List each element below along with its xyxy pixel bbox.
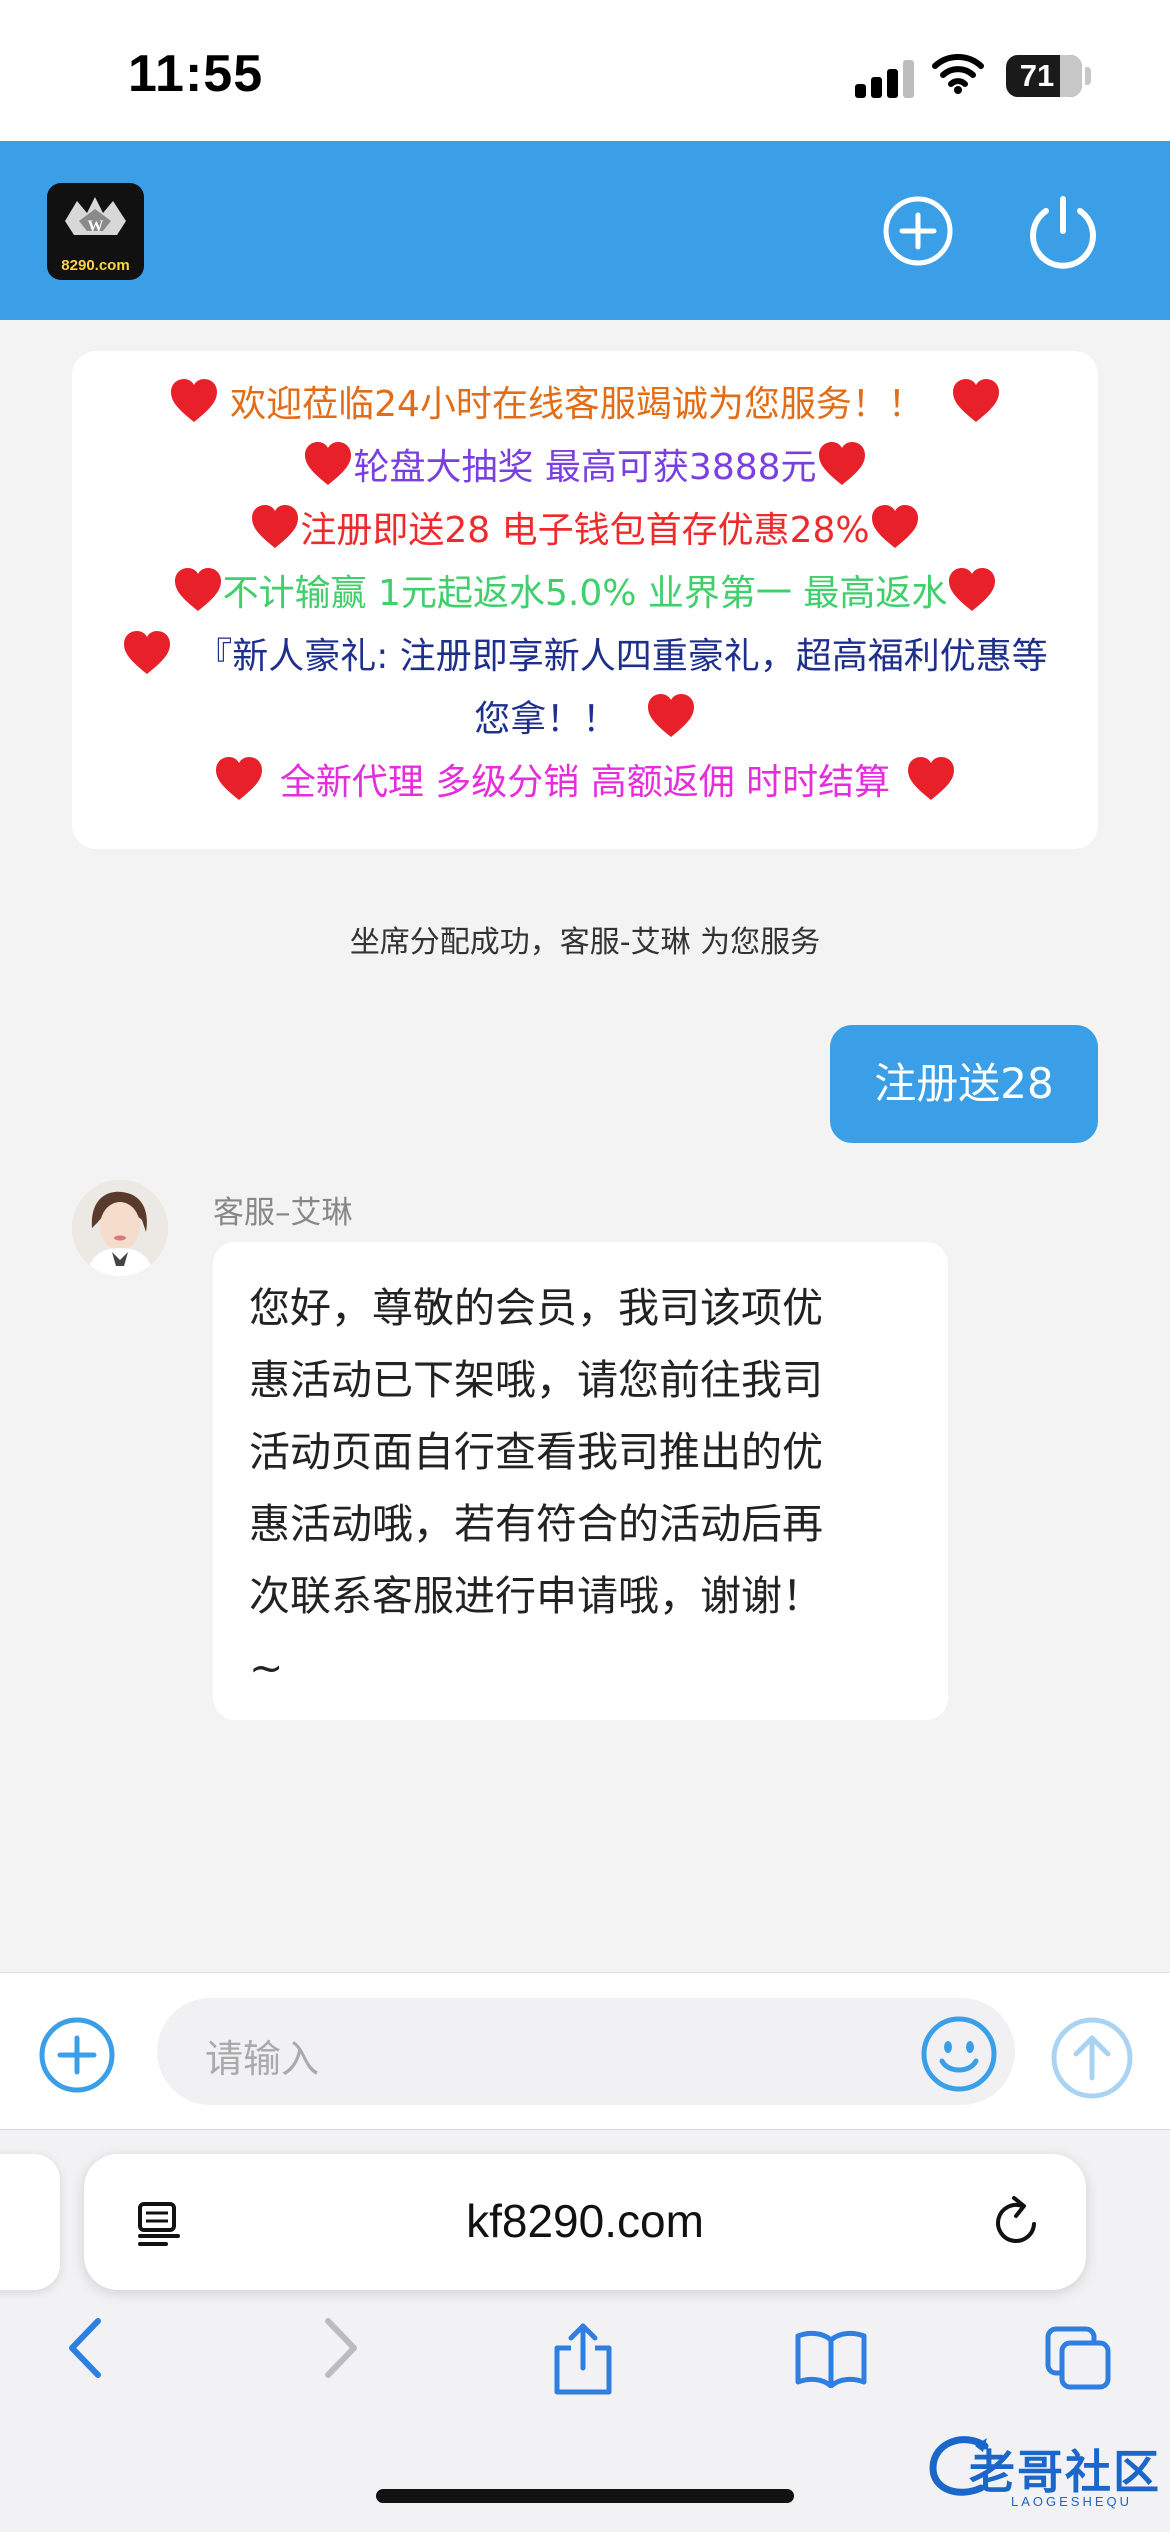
notice-text-register: 注册即送28 电子钱包首存优惠28% (300, 510, 870, 551)
forward-icon[interactable] (318, 2315, 362, 2381)
attach-plus-icon[interactable] (38, 2016, 116, 2094)
watermark-text: 老哥社区 (969, 2445, 1161, 2499)
outgoing-message-bubble[interactable]: 注册送28 (830, 1025, 1098, 1143)
address-bar[interactable]: kf8290.com (84, 2154, 1086, 2290)
heart-icon (170, 379, 217, 422)
share-icon[interactable] (551, 2322, 615, 2396)
agent-name: 客服–艾琳 (213, 1195, 353, 1231)
notice-line: 您拿！！ (72, 693, 1098, 745)
heart-icon (215, 757, 262, 800)
heart-icon (305, 442, 352, 485)
message-line: 活动页面自行查看我司推出的优 (249, 1428, 823, 1476)
agent-portrait-icon (72, 1180, 168, 1276)
watermark-subtext: LAOGESHEQU (1011, 2494, 1133, 2509)
heart-icon (908, 757, 955, 800)
message-line: 惠活动已下架哦，请您前往我司 (249, 1356, 823, 1404)
incoming-message-bubble[interactable]: 您好，尊敬的会员，我司该项优 惠活动已下架哦，请您前往我司 活动页面自行查看我司… (213, 1242, 948, 1720)
heart-icon (252, 505, 299, 548)
site-watermark: 老哥社区 LAOGESHEQU (925, 2428, 1165, 2518)
home-indicator[interactable] (376, 2489, 794, 2503)
cellular-signal-icon (855, 58, 915, 98)
power-icon[interactable] (1024, 193, 1102, 271)
system-message: 坐席分配成功，客服-艾琳 为您服务 (349, 925, 821, 960)
notice-line: 注册即送28 电子钱包首存优惠28% (72, 504, 1098, 556)
logo-text: 8290.com (61, 257, 130, 274)
heart-icon (818, 442, 865, 485)
brand-logo[interactable]: W 8290.com (47, 183, 144, 280)
notice-line: 『新人豪礼: 注册即享新人四重豪礼，超高福利优惠等 (72, 630, 1098, 682)
notice-line: 不计输赢 1元起返水5.0% 业界第一 最高返水 (72, 567, 1098, 619)
wifi-icon (932, 54, 984, 94)
input-placeholder: 请输入 (205, 2037, 320, 2081)
status-bar: 11:55 71 (0, 0, 1170, 141)
status-time: 11:55 (128, 45, 264, 103)
announcement-card: 欢迎莅临24小时在线客服竭诚为您服务！！ 轮盘大抽奖 最高可获3888元 注册即… (72, 351, 1098, 849)
message-input[interactable]: 请输入 (157, 1998, 1015, 2105)
battery-level: 71 (1019, 58, 1055, 93)
notice-line: 全新代理 多级分销 高额返佣 时时结算 (72, 756, 1098, 808)
notice-text-agent: 全新代理 多级分销 高额返佣 时时结算 (279, 762, 891, 803)
notice-text-rebate: 不计输赢 1元起返水5.0% 业界第一 最高返水 (222, 573, 948, 614)
heart-icon (949, 568, 996, 611)
message-line: 惠活动哦，若有符合的活动后再 (249, 1500, 823, 1548)
bookmarks-icon[interactable] (794, 2328, 868, 2388)
notice-line: 欢迎莅临24小时在线客服竭诚为您服务！！ (72, 378, 1098, 430)
heart-icon (871, 505, 918, 548)
plus-circle-icon[interactable] (880, 193, 956, 269)
heart-icon (647, 694, 694, 737)
previous-tab-card[interactable] (0, 2154, 60, 2290)
url-text: kf8290.com (466, 2195, 704, 2247)
message-input-bar: 请输入 (0, 1972, 1170, 2129)
notice-text-newbie-end: 您拿！！ (474, 699, 619, 740)
lion-emblem-icon: W (65, 197, 126, 235)
smile-icon[interactable] (920, 2015, 998, 2093)
svg-text:W: W (88, 218, 104, 235)
heart-icon (953, 379, 1000, 422)
heart-icon (174, 568, 221, 611)
message-line: 您好，尊敬的会员，我司该项优 (249, 1284, 823, 1332)
battery-tip (1085, 67, 1091, 85)
send-arrow-icon[interactable] (1050, 2016, 1134, 2100)
message-line: 次联系客服进行申请哦，谢谢！ (249, 1572, 823, 1620)
back-icon[interactable] (64, 2315, 108, 2381)
app-header: W 8290.com (0, 141, 1170, 320)
tabs-icon[interactable] (1044, 2325, 1114, 2391)
battery-icon: 71 (1006, 55, 1082, 97)
message-line: ~ (249, 1644, 284, 1692)
agent-avatar[interactable] (72, 1180, 168, 1276)
heart-icon (124, 631, 171, 674)
notice-line: 轮盘大抽奖 最高可获3888元 (72, 441, 1098, 493)
reload-icon[interactable] (988, 2194, 1044, 2250)
notice-text-welcome: 欢迎莅临24小时在线客服竭诚为您服务！！ (230, 384, 924, 425)
notice-text-lottery: 轮盘大抽奖 最高可获3888元 (353, 447, 817, 488)
notice-text-newbie: 『新人豪礼: 注册即享新人四重豪礼，超高福利优惠等 (196, 636, 1048, 677)
